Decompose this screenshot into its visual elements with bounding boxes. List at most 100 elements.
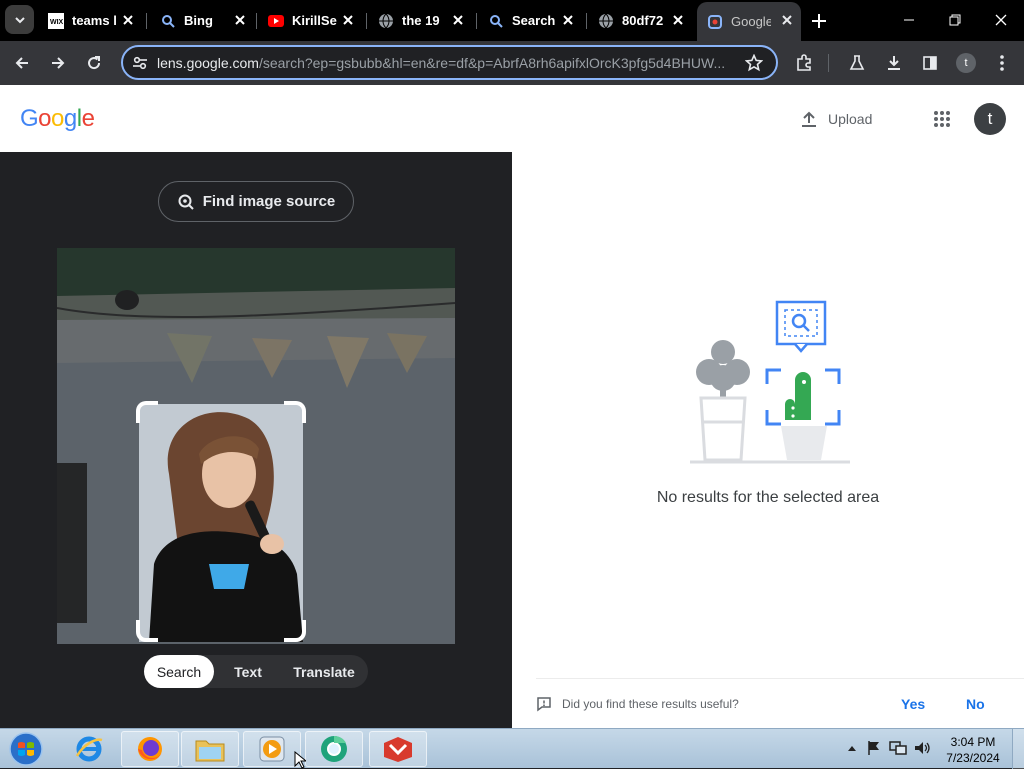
- download-icon: [888, 56, 900, 70]
- close-icon[interactable]: [670, 12, 686, 28]
- mode-translate-button[interactable]: Translate: [282, 655, 366, 688]
- apps-grid-icon: [934, 111, 950, 127]
- feedback-icon: [537, 697, 551, 712]
- restore-icon: [949, 14, 961, 26]
- taskbar-red-app[interactable]: [369, 731, 427, 767]
- show-hidden-icons-button[interactable]: [843, 739, 861, 757]
- new-tab-button[interactable]: [808, 10, 830, 32]
- lens-icon: [707, 14, 723, 30]
- globe-icon: [598, 13, 614, 29]
- taskbar-internet-explorer[interactable]: [60, 731, 118, 767]
- no-results-message: No results for the selected area: [656, 489, 880, 506]
- mode-text-button[interactable]: Text: [218, 655, 278, 688]
- media-player-icon: [259, 736, 285, 762]
- upload-button[interactable]: Upload: [800, 105, 872, 133]
- feedback-bar: Did you find these results useful?: [536, 693, 1016, 715]
- url-text: lens.google.com/search?ep=gsbubb&hl=en&r…: [157, 55, 737, 71]
- wix-icon: WIX: [48, 12, 64, 29]
- uploaded-photo[interactable]: [57, 248, 455, 644]
- crop-handle-top-left[interactable]: [136, 401, 158, 423]
- feedback-yes-button[interactable]: Yes: [901, 696, 925, 712]
- taskbar-chrome-canary[interactable]: [305, 731, 363, 767]
- mouse-cursor-icon: [294, 751, 306, 769]
- mode-search-button[interactable]: Search: [144, 655, 214, 688]
- close-icon: [995, 14, 1007, 26]
- back-button[interactable]: [8, 49, 36, 77]
- labs-button[interactable]: [843, 49, 871, 77]
- google-apps-button[interactable]: [928, 105, 956, 133]
- taskbar-media-player[interactable]: [243, 731, 301, 767]
- bookmark-star-icon[interactable]: [744, 53, 764, 73]
- arrow-left-icon: [15, 57, 28, 69]
- minimize-icon: [904, 19, 914, 21]
- tab-label: Search: [512, 13, 556, 28]
- selected-area[interactable]: [139, 404, 303, 642]
- url-domain: lens.google.com: [157, 55, 259, 71]
- address-bar[interactable]: lens.google.com/search?ep=gsbubb&hl=en&r…: [121, 45, 778, 80]
- reload-button[interactable]: [80, 49, 108, 77]
- tab-search-button[interactable]: [5, 5, 34, 34]
- arrow-right-icon: [52, 57, 65, 69]
- start-button[interactable]: [6, 731, 46, 767]
- reload-icon: [88, 56, 101, 70]
- close-icon[interactable]: [340, 12, 356, 28]
- network-tray-icon[interactable]: [889, 739, 907, 757]
- tab-teams[interactable]: WIX teams l: [38, 6, 142, 35]
- internet-explorer-icon: [75, 736, 103, 762]
- restore-button[interactable]: [932, 0, 978, 40]
- side-panel-icon: [923, 56, 937, 70]
- tab-label: the 19: [402, 13, 440, 28]
- forward-button[interactable]: [44, 49, 72, 77]
- tab-google-lens[interactable]: Google: [697, 2, 801, 41]
- red-app-icon: [384, 737, 412, 762]
- site-settings-icon[interactable]: [131, 54, 149, 72]
- tab-the-19[interactable]: the 19: [368, 6, 472, 35]
- minimize-button[interactable]: [886, 0, 932, 40]
- tab-label: 80df72: [622, 13, 664, 28]
- system-clock[interactable]: 3:04 PM 7/23/2024: [936, 734, 1010, 766]
- crop-handle-bottom-right[interactable]: [284, 620, 306, 642]
- close-icon[interactable]: [120, 12, 136, 28]
- lens-header: Google Upload: [0, 85, 1024, 152]
- extensions-button[interactable]: [790, 49, 818, 77]
- mode-selector: Search Text Translate: [144, 655, 368, 688]
- tab-kirillse[interactable]: KirillSe: [258, 6, 362, 35]
- close-icon[interactable]: [779, 12, 795, 28]
- svg-text:WIX: WIX: [50, 19, 64, 26]
- volume-tray-icon[interactable]: [913, 739, 931, 757]
- tab-search[interactable]: Search: [478, 6, 582, 35]
- google-logo[interactable]: Google: [20, 105, 95, 133]
- no-results-illustration: [690, 300, 850, 464]
- close-icon[interactable]: [450, 12, 466, 28]
- profile-button[interactable]: t: [956, 53, 976, 73]
- youtube-icon: [268, 13, 284, 29]
- side-panel-button[interactable]: [916, 49, 944, 77]
- chevron-down-icon: [14, 16, 25, 23]
- tab-80df72[interactable]: 80df72: [588, 6, 692, 35]
- close-icon[interactable]: [232, 12, 248, 28]
- flag-icon: [868, 741, 879, 755]
- show-desktop-button[interactable]: [1012, 729, 1024, 769]
- crop-handle-bottom-left[interactable]: [136, 620, 158, 642]
- divider: [536, 678, 1024, 679]
- taskbar-firefox[interactable]: [121, 731, 179, 767]
- close-window-button[interactable]: [978, 0, 1024, 40]
- flask-icon: [849, 55, 865, 70]
- downloads-button[interactable]: [880, 49, 908, 77]
- find-image-source-button[interactable]: Find image source: [158, 181, 354, 222]
- puzzle-icon: [797, 54, 811, 71]
- feedback-question: Did you find these results useful?: [562, 697, 739, 711]
- upload-icon: [802, 111, 816, 127]
- action-center-flag[interactable]: [865, 739, 883, 757]
- speaker-icon: [915, 742, 930, 754]
- results-pane: No results for the selected area Did you…: [512, 152, 1024, 728]
- menu-button[interactable]: [988, 49, 1016, 77]
- image-pane: Find image source Search Text Translate: [0, 152, 512, 728]
- feedback-no-button[interactable]: No: [966, 696, 985, 712]
- selected-area-image: [139, 404, 303, 642]
- crop-handle-top-right[interactable]: [284, 401, 306, 423]
- close-icon[interactable]: [560, 12, 576, 28]
- account-avatar[interactable]: t: [974, 103, 1006, 135]
- tab-bing[interactable]: Bing: [150, 6, 254, 35]
- taskbar-file-explorer[interactable]: [181, 731, 239, 767]
